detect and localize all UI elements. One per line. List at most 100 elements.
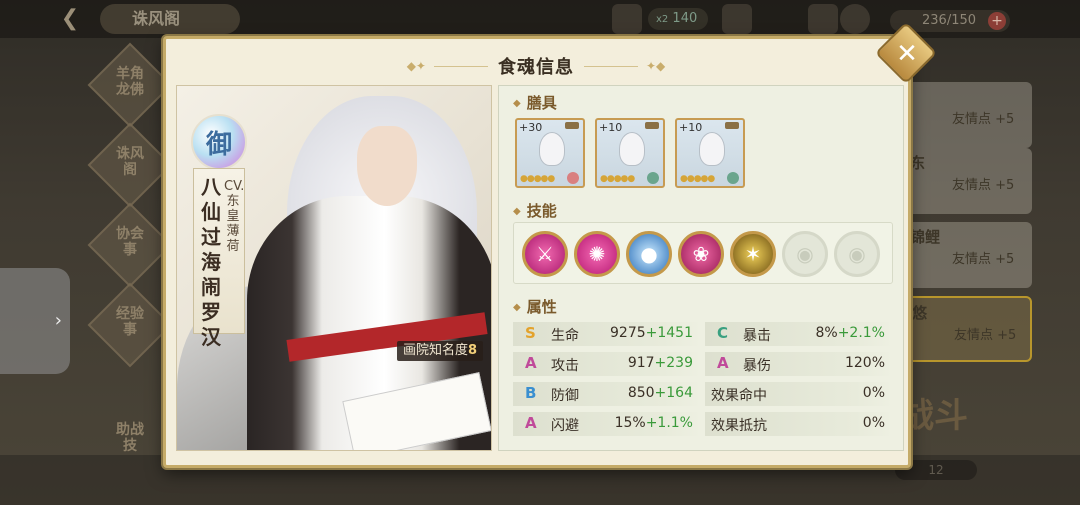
attribute-name: 攻击 <box>551 358 579 374</box>
voice-actor: CV. 东皇薄荷 <box>224 179 245 254</box>
lock-tag-icon <box>725 122 739 129</box>
attribute-value: 120% <box>845 355 885 371</box>
nav-label[interactable]: 助战 技 <box>102 422 158 454</box>
attribute-bonus: +2.1% <box>837 325 885 341</box>
equipment-stars: ●●●●● <box>600 174 635 184</box>
back-arrow-icon[interactable]: ❮ <box>50 6 90 32</box>
resource-counter: x2 140 <box>648 8 708 30</box>
claw-skill-icon[interactable]: ✶ <box>730 231 776 277</box>
attribute-base: 8% <box>815 325 838 341</box>
friend-name: 悠 <box>912 304 928 322</box>
attribute-value: 15%+1.1% <box>615 415 693 431</box>
swirl-skill-icon[interactable]: ✺ <box>574 231 620 277</box>
attribute-base: 0% <box>862 385 885 401</box>
skills-section-label: 技能 <box>513 200 557 221</box>
item-slot-icon <box>808 4 838 34</box>
add-stamina-button[interactable]: + <box>988 12 1006 30</box>
equipment-slot[interactable]: +10 ●●●●● <box>595 118 665 188</box>
friend-card-selected[interactable]: 悠 友情点 +5 <box>900 296 1032 362</box>
attribute-effect-resist: 效果抵抗 0% <box>705 412 893 436</box>
resource-slot-icon <box>612 4 642 34</box>
equipment-section-label: 膳具 <box>513 92 557 113</box>
attribute-name: 暴伤 <box>743 358 771 374</box>
attribute-value: 0% <box>863 415 885 431</box>
attribute-dodge: A 闪避 15%+1.1% <box>513 412 701 436</box>
divider <box>584 65 638 67</box>
attribute-base: 15% <box>614 415 646 431</box>
attribute-base: 9275 <box>610 325 646 341</box>
doll-figure-icon <box>699 132 725 166</box>
side-drawer-handle[interactable]: › <box>0 268 70 374</box>
nav-label: 协会 事 <box>116 226 144 258</box>
attribute-grade: C <box>717 324 729 342</box>
substat-icon <box>567 172 579 184</box>
close-icon[interactable]: ✕ <box>894 39 920 69</box>
equipment-list: +30 ●●●●● +10 ●●●●● +10 ●●●●● <box>515 118 745 188</box>
friend-name: 东 <box>910 154 926 172</box>
attribute-base: 917 <box>627 355 655 371</box>
gear-icon[interactable] <box>840 4 870 34</box>
resource-badge: x2 <box>656 14 669 25</box>
equipment-stars: ●●●●● <box>520 174 555 184</box>
equipment-slot[interactable]: +30 ●●●●● <box>515 118 585 188</box>
lock-tag-icon <box>645 122 659 129</box>
lock-tag-icon <box>565 122 579 129</box>
stamina-value: 236/150 <box>922 13 977 28</box>
attribute-name: 闪避 <box>551 418 579 434</box>
friendship-points: 友情点 +5 <box>954 328 1017 343</box>
attribute-bonus: +1451 <box>645 325 693 341</box>
name-banner: 八仙过海闹罗汉 CV. 东皇薄荷 <box>193 168 245 349</box>
attribute-row: S 生命 9275+1451 C 暴击 8%+2.1% <box>513 322 893 346</box>
attribute-value: 9275+1451 <box>610 325 693 341</box>
attribute-grade: B <box>525 384 537 402</box>
friend-card[interactable]: 东 友情点 +5 <box>900 148 1032 214</box>
attribute-row: A 闪避 15%+1.1% 效果抵抗 0% <box>513 412 893 436</box>
attribute-bonus: +239 <box>654 355 693 371</box>
flame-skill-icon[interactable]: ❀ <box>678 231 724 277</box>
attribute-crit: C 暴击 8%+2.1% <box>705 322 893 346</box>
attribute-grade: A <box>525 414 537 432</box>
attribute-hp: S 生命 9275+1451 <box>513 322 701 346</box>
friend-card[interactable]: 锦鲤 友情点 +5 <box>900 222 1032 288</box>
equipment-level: +10 <box>599 121 623 134</box>
friend-card[interactable]: 友情点 +5 <box>900 82 1032 148</box>
attribute-grade: S <box>525 324 536 342</box>
attribute-value: 917+239 <box>628 355 693 371</box>
equipment-slot[interactable]: +10 ●●●●● <box>675 118 745 188</box>
equipment-stars: ●●●●● <box>680 174 715 184</box>
equipment-level: +30 <box>519 121 543 134</box>
divider <box>434 65 488 67</box>
doll-figure-icon <box>539 132 565 166</box>
rank-badge-icon: 御 <box>191 114 247 170</box>
resource-value: 140 <box>672 11 698 26</box>
attribute-name: 效果命中 <box>711 388 767 404</box>
attribute-name: 效果抵抗 <box>711 418 767 434</box>
battle-button[interactable]: 战斗 <box>900 388 990 458</box>
attribute-base: 0% <box>862 415 885 431</box>
attribute-bonus: +1.1% <box>645 415 693 431</box>
portrait-face <box>357 126 417 206</box>
doll-figure-icon <box>619 132 645 166</box>
friendship-points: 友情点 +5 <box>952 252 1015 267</box>
equipment-level: +10 <box>679 121 703 134</box>
attribute-value: 850+164 <box>628 385 693 401</box>
friend-name: 锦鲤 <box>910 228 941 246</box>
item-slot-icon <box>722 4 752 34</box>
nav-label: 经验 事 <box>116 306 144 338</box>
dagger-skill-icon[interactable]: ⚔ <box>522 231 568 277</box>
eye-locked-icon: ◉ <box>834 231 880 277</box>
friendship-points: 友情点 +5 <box>952 112 1015 127</box>
chevron-right-icon: › <box>54 310 62 331</box>
skills-list: ⚔ ✺ ● ❀ ✶ ◉ ◉ <box>513 222 893 284</box>
attribute-grade: A <box>525 354 537 372</box>
eye-locked-icon: ◉ <box>782 231 828 277</box>
rank-glyph: 御 <box>205 129 232 160</box>
page-title: 诛风阁 <box>100 4 240 34</box>
attribute-grade: A <box>717 354 729 372</box>
fame-value: 8 <box>467 343 477 358</box>
orb-skill-icon[interactable]: ● <box>626 231 672 277</box>
nav-label: 诛风 阁 <box>116 146 144 178</box>
fame-label: 画院知名度8 <box>396 341 483 361</box>
substat-icon <box>647 172 659 184</box>
attribute-bonus: +164 <box>654 385 693 401</box>
